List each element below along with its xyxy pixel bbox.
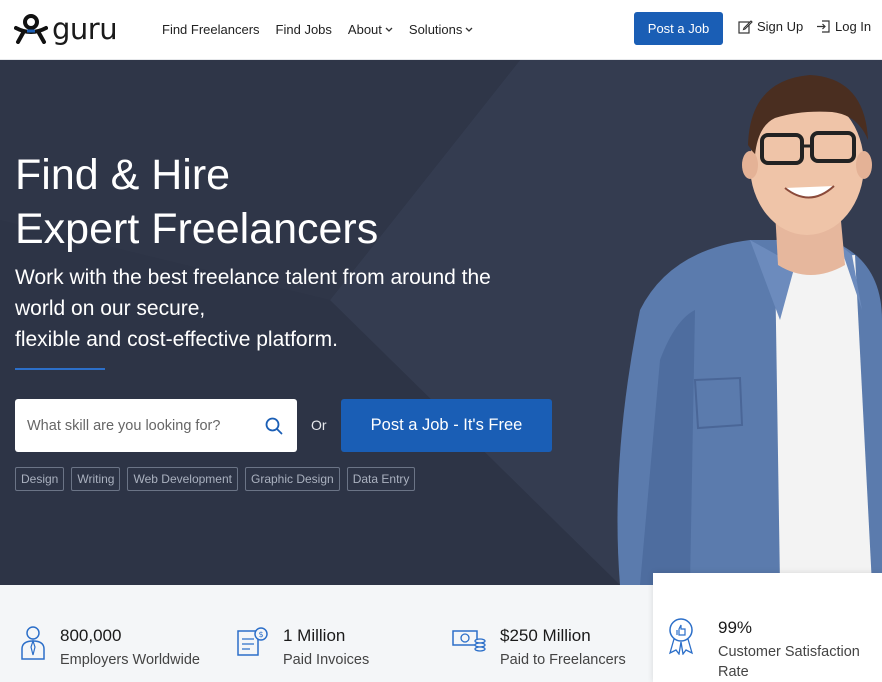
site-header: guru Find Freelancers Find Jobs About So… [0,0,882,60]
nav-find-jobs[interactable]: Find Jobs [276,22,332,37]
post-job-button[interactable]: Post a Job [634,12,723,45]
money-icon [452,630,486,652]
stat-label: Employers Worldwide [60,652,200,668]
guru-logo-icon [14,14,48,44]
tag-graphic-design[interactable]: Graphic Design [244,467,340,491]
logo-wordmark: guru [52,11,118,46]
stat-employers: 800,000 Employers Worldwide [20,625,200,670]
stat-label: Paid to Freelancers [500,652,626,668]
search-icon[interactable] [265,417,283,435]
chevron-down-icon [465,27,473,32]
skill-search-input[interactable] [27,417,257,434]
nav-label: Find Jobs [275,21,332,37]
invoice-icon: $ [237,627,268,656]
hero-title: Find & Hire Expert Freelancers [15,151,379,253]
tag-design[interactable]: Design [15,467,65,491]
main-nav: Find Freelancers Find Jobs About Solutio… [162,0,473,58]
hero-person-image [617,75,882,585]
log-in-label: Log In [835,19,872,34]
stat-invoices: $ 1 Million Paid Invoices [235,625,369,670]
login-icon [817,20,830,33]
nav-label: About [347,21,382,37]
tag-web-development[interactable]: Web Development [127,467,238,491]
tag-writing[interactable]: Writing [71,467,121,491]
skill-search-box [15,399,297,452]
post-job-free-button[interactable]: Post a Job - It's Free [341,399,552,452]
stat-label: Customer Satisfaction Rate [718,644,860,680]
nav-find-freelancers[interactable]: Find Freelancers [162,22,260,37]
nav-about[interactable]: About [348,22,393,37]
sign-up-link[interactable]: Sign Up [738,19,803,34]
stat-satisfaction [667,617,709,655]
stat-value: $250 Million [500,626,591,645]
stat-value: 800,000 [60,626,122,645]
tag-data-entry[interactable]: Data Entry [346,467,416,491]
or-separator: Or [311,417,327,433]
chevron-down-icon [385,27,393,32]
edit-icon [738,20,753,34]
stat-label: Paid Invoices [283,652,370,668]
award-icon [668,618,694,655]
employer-icon [21,626,45,660]
stat-satisfaction-card: 99% Customer Satisfaction Rate [653,573,882,682]
stat-satisfaction-text: 99% Customer Satisfaction Rate [718,617,860,682]
nav-label: Find Freelancers [162,21,260,37]
title-underline [15,368,105,370]
svg-text:$: $ [259,630,264,639]
skill-tags: Design Writing Web Development Graphic D… [15,467,416,491]
stat-value: 99% [718,618,753,637]
log-in-link[interactable]: Log In [816,19,871,34]
hero-subtitle: Work with the best freelance talent from… [15,266,491,351]
sign-up-label: Sign Up [757,19,804,34]
stat-value: 1 Million [283,626,346,645]
stat-paid: $250 Million Paid to Freelancers [452,625,626,670]
nav-solutions[interactable]: Solutions [409,22,473,37]
hero-section: Find & Hire Expert Freelancers Work with… [0,60,882,585]
guru-logo[interactable]: guru [14,14,134,44]
nav-label: Solutions [408,21,463,37]
